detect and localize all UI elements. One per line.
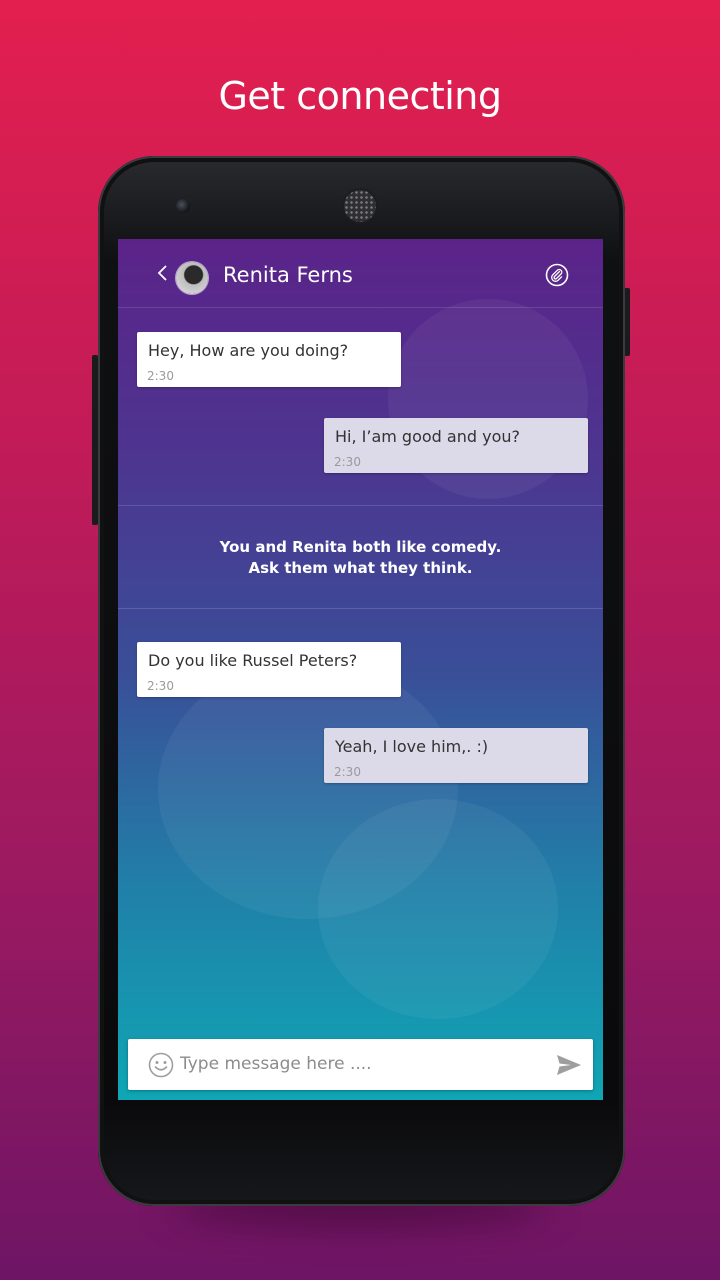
- message-composer: [128, 1039, 593, 1090]
- notice-line-1: You and Renita both like comedy.: [219, 538, 502, 556]
- paperclip-icon[interactable]: [545, 263, 569, 287]
- message-bubble-outgoing[interactable]: Yeah, I love him,. :) 2:30: [324, 728, 588, 783]
- chat-screen: Renita Ferns Hey, How are you doing? 2:3…: [118, 239, 603, 1100]
- message-time: 2:30: [147, 679, 174, 693]
- background-photo-shape: [318, 799, 558, 1019]
- chat-header: Renita Ferns: [118, 239, 603, 308]
- message-text: Hi, I’am good and you?: [335, 427, 520, 446]
- front-camera: [176, 199, 190, 213]
- send-icon[interactable]: [556, 1054, 582, 1076]
- message-bubble-outgoing[interactable]: Hi, I’am good and you? 2:30: [324, 418, 588, 473]
- message-bubble-incoming[interactable]: Do you like Russel Peters? 2:30: [137, 642, 401, 697]
- message-input[interactable]: [180, 1047, 540, 1081]
- notice-line-2: Ask them what they think.: [248, 559, 473, 577]
- smiley-icon[interactable]: [148, 1052, 174, 1078]
- message-text: Do you like Russel Peters?: [148, 651, 358, 670]
- message-text: Yeah, I love him,. :): [335, 737, 489, 756]
- message-time: 2:30: [334, 765, 361, 779]
- message-time: 2:30: [334, 455, 361, 469]
- avatar[interactable]: [176, 262, 208, 294]
- earpiece-speaker: [344, 190, 376, 222]
- message-bubble-incoming[interactable]: Hey, How are you doing? 2:30: [137, 332, 401, 387]
- headline: Get connecting: [218, 74, 502, 118]
- chevron-left-icon[interactable]: [154, 263, 172, 283]
- contact-name: Renita Ferns: [223, 263, 353, 287]
- message-text: Hey, How are you doing?: [148, 341, 349, 360]
- message-time: 2:30: [147, 369, 174, 383]
- shared-interest-notice: You and Renita both like comedy. Ask the…: [118, 505, 603, 609]
